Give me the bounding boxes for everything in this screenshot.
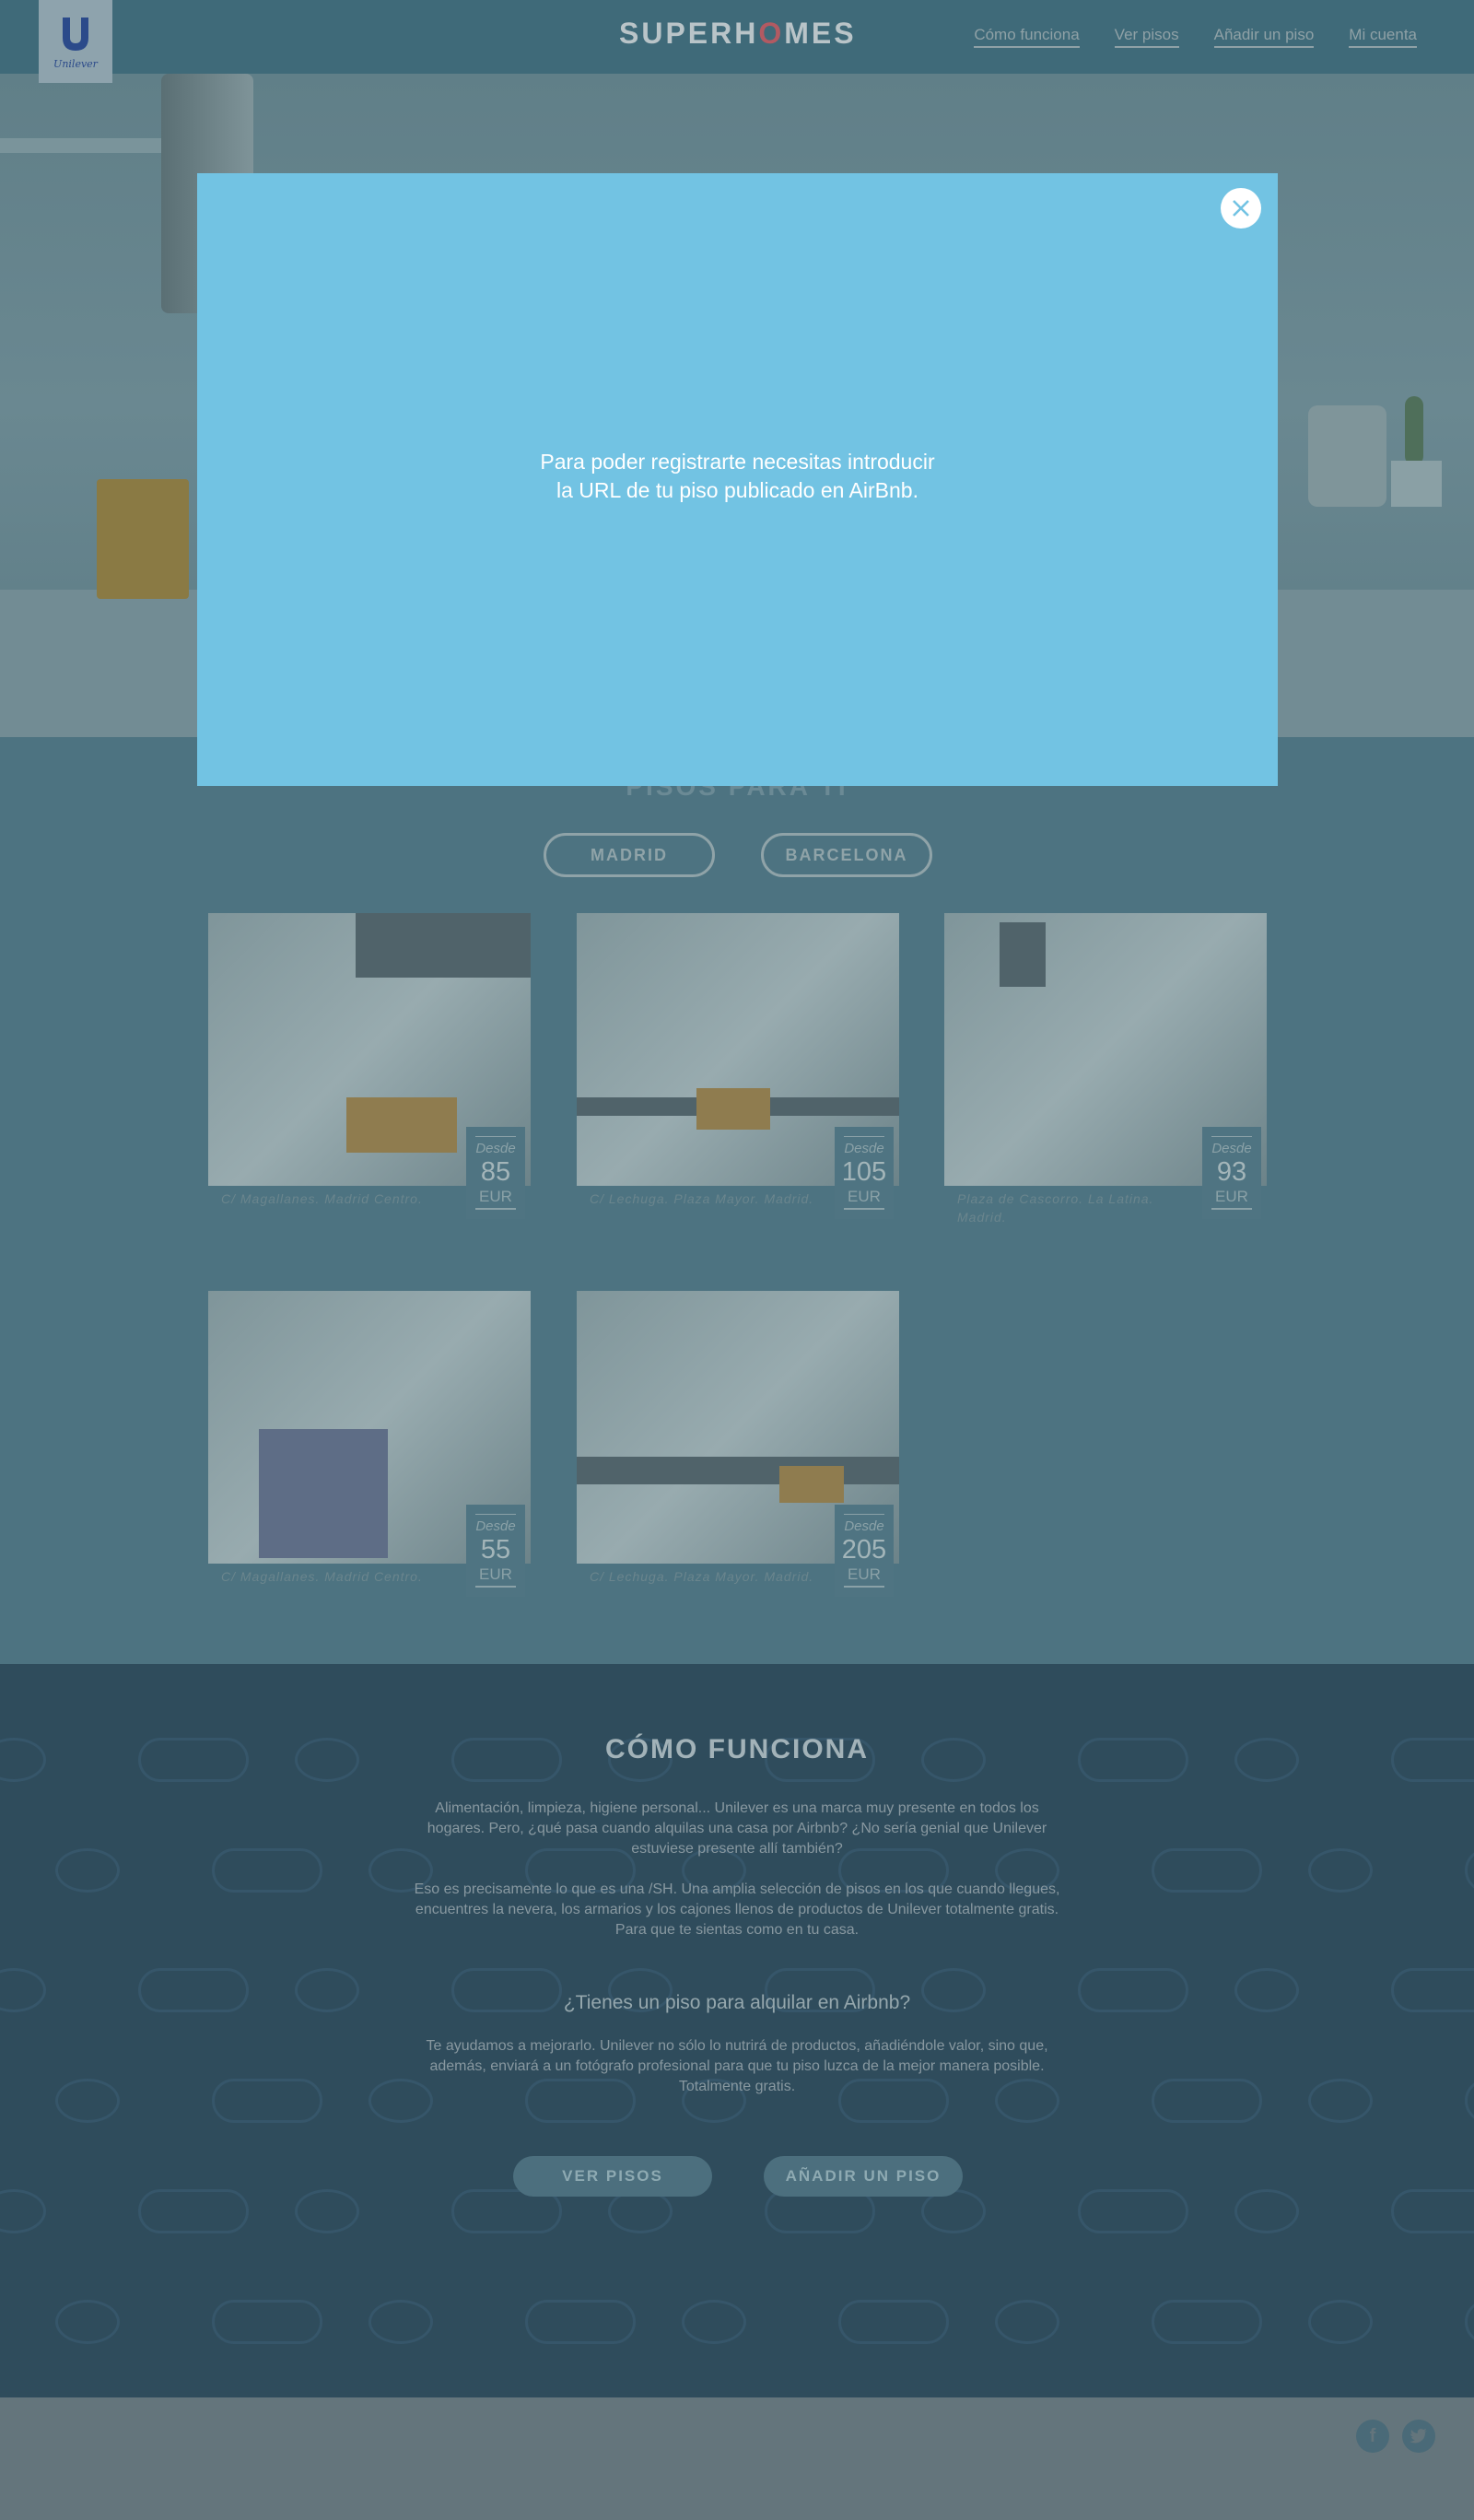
price-from-label: Desde — [475, 1136, 516, 1156]
listing-price-badge: Desde 105 EUR — [835, 1127, 894, 1219]
twitter-icon[interactable] — [1402, 2420, 1435, 2453]
city-madrid-button[interactable]: MADRID — [544, 833, 715, 877]
listing-price-badge: Desde 205 EUR — [835, 1505, 894, 1597]
watermark-shape — [525, 2300, 636, 2344]
watermark-shape — [1308, 2079, 1373, 2123]
price-currency: EUR — [475, 1188, 516, 1210]
watermark-shape — [55, 2300, 120, 2344]
listing-address: C/ Magallanes. Madrid Centro. — [221, 1569, 423, 1584]
watermark-shape — [1308, 1848, 1373, 1893]
watermark-shape — [1391, 2189, 1474, 2233]
watermark-shape — [0, 2189, 46, 2233]
close-icon — [1233, 200, 1249, 217]
listing-card[interactable]: C/ Lechuga. Plaza Mayor. Madrid. Desde 1… — [577, 913, 899, 1232]
listing-card[interactable]: C/ Lechuga. Plaza Mayor. Madrid. Desde 2… — [577, 1291, 899, 1610]
how-title: CÓMO FUNCIONA — [605, 1734, 869, 1764]
watermark-shape — [838, 2300, 949, 2344]
modal-message-line-1: Para poder registrarte necesitas introdu… — [540, 450, 935, 474]
listing-card[interactable]: C/ Magallanes. Madrid Centro. Desde 85 E… — [208, 913, 531, 1232]
ver-pisos-button[interactable]: VER PISOS — [513, 2156, 712, 2197]
watermark-shape — [682, 2300, 746, 2344]
brand-text: SUPERHOMES — [619, 17, 857, 50]
modal-message-line-2: la URL de tu piso publicado en AirBnb. — [556, 478, 918, 502]
watermark-shape — [212, 2300, 322, 2344]
watermark-shape — [1152, 2079, 1262, 2123]
registration-modal: Para poder registrarte necesitas introdu… — [197, 173, 1278, 786]
anadir-piso-button[interactable]: AÑADIR UN PISO — [764, 2156, 963, 2197]
modal-message: Para poder registrarte necesitas introdu… — [197, 448, 1278, 505]
price-value: 105 — [841, 1157, 887, 1187]
price-currency: EUR — [475, 1565, 516, 1588]
how-it-works-section: CÓMO FUNCIONA Alimentación, limpieza, hi… — [0, 1664, 1474, 2397]
price-from-label: Desde — [844, 1514, 884, 1534]
price-value: 55 — [480, 1535, 511, 1565]
price-from-label: Desde — [475, 1514, 516, 1534]
listing-card[interactable]: C/ Magallanes. Madrid Centro. Desde 55 E… — [208, 1291, 531, 1610]
listing-price-badge: Desde 55 EUR — [466, 1505, 525, 1597]
hero-jar — [1308, 405, 1386, 507]
watermark-shape — [212, 1848, 322, 1893]
nav-anadir-piso[interactable]: Añadir un piso — [1213, 26, 1315, 48]
price-value: 205 — [841, 1535, 887, 1565]
price-currency: EUR — [844, 1565, 884, 1588]
watermark-shape — [368, 2300, 433, 2344]
listing-address: C/ Magallanes. Madrid Centro. — [221, 1191, 423, 1206]
watermark-shape — [55, 2079, 120, 2123]
price-value: 85 — [480, 1157, 511, 1187]
price-from-label: Desde — [844, 1136, 884, 1156]
site-header: Unilever SUPERHOMES Cómo funciona Ver pi… — [0, 0, 1474, 83]
listing-address: C/ Lechuga. Plaza Mayor. Madrid. — [590, 1569, 814, 1584]
site-footer — [0, 2397, 1474, 2520]
modal-close-button[interactable] — [1221, 188, 1261, 229]
watermark-shape — [1234, 2189, 1299, 2233]
nav-como-funciona[interactable]: Cómo funciona — [974, 26, 1080, 48]
logo-text: Unilever — [53, 57, 98, 70]
how-actions: VER PISOS AÑADIR UN PISO — [513, 2156, 963, 2197]
social-links: f — [1356, 2420, 1435, 2453]
how-question: ¿Tienes un piso para alquilar en Airbnb? — [563, 1992, 911, 2013]
watermark-shape — [295, 2189, 359, 2233]
watermark-shape — [138, 2189, 249, 2233]
hero-plant — [1405, 396, 1423, 465]
price-currency: EUR — [844, 1188, 884, 1210]
city-barcelona-button[interactable]: BARCELONA — [761, 833, 932, 877]
watermark-shape — [1308, 2300, 1373, 2344]
listing-address: Plaza de Cascorro. La Latina. Madrid. — [957, 1191, 1154, 1225]
watermark-shape — [1465, 2079, 1474, 2123]
price-currency: EUR — [1211, 1188, 1252, 1210]
unilever-u-icon — [63, 17, 88, 51]
watermark-shape — [1465, 1848, 1474, 1893]
nav-mi-cuenta[interactable]: Mi cuenta — [1349, 26, 1417, 48]
how-paragraph-1: Alimentación, limpieza, higiene personal… — [427, 1800, 1047, 1857]
watermark-shape — [55, 1848, 120, 1893]
main-nav: Cómo funciona Ver pisos Añadir un piso M… — [974, 26, 1417, 48]
listing-card[interactable]: Plaza de Cascorro. La Latina. Madrid. De… — [944, 913, 1267, 1232]
brand-logo[interactable]: SUPERHOMES — [619, 17, 857, 51]
nav-ver-pisos[interactable]: Ver pisos — [1114, 26, 1179, 48]
price-from-label: Desde — [1211, 1136, 1252, 1156]
watermark-shape — [995, 2300, 1059, 2344]
city-filter: MADRID BARCELONA — [544, 833, 932, 877]
how-paragraph-3: Te ayudamos a mejorarlo. Unilever no sól… — [426, 2038, 1048, 2094]
listing-address: C/ Lechuga. Plaza Mayor. Madrid. — [590, 1191, 814, 1206]
facebook-icon[interactable]: f — [1356, 2420, 1389, 2453]
watermark-shape — [212, 2079, 322, 2123]
watermark-shape — [1465, 2300, 1474, 2344]
unilever-logo[interactable]: Unilever — [39, 0, 112, 83]
listing-price-badge: Desde 93 EUR — [1202, 1127, 1261, 1219]
hero-pot — [1391, 461, 1442, 507]
hero-tea-box — [97, 479, 189, 599]
watermark-shape — [1152, 2300, 1262, 2344]
twitter-bird-icon — [1410, 2429, 1427, 2444]
watermark-shape — [1078, 2189, 1188, 2233]
how-paragraph-2: Eso es precisamente lo que es una /SH. U… — [414, 1881, 1060, 1938]
hero-shelf — [0, 138, 175, 153]
listing-price-badge: Desde 85 EUR — [466, 1127, 525, 1219]
price-value: 93 — [1216, 1157, 1247, 1187]
watermark-shape — [1152, 1848, 1262, 1893]
